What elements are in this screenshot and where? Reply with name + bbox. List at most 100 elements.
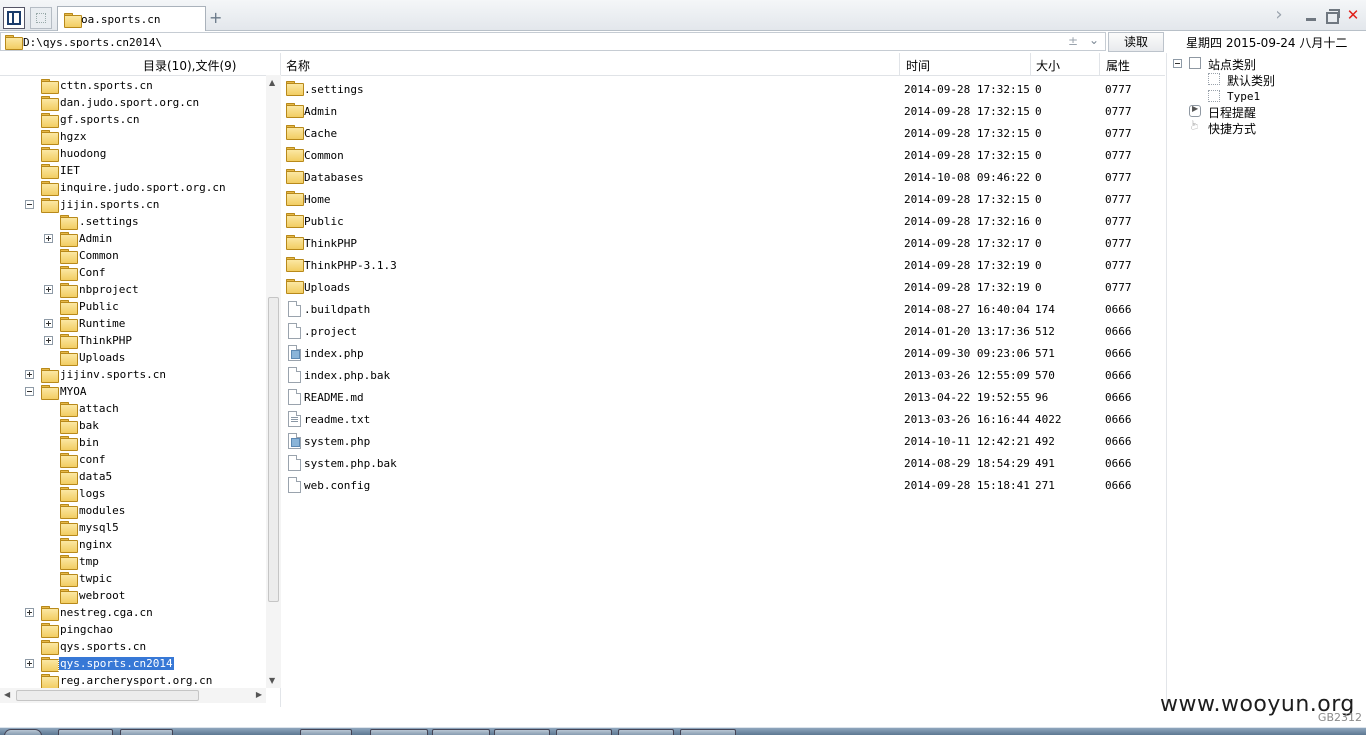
tree-item[interactable]: IET — [0, 162, 266, 179]
file-row[interactable]: ThinkPHP-3.1.3 2014-09-28 17:32:19 0 0777 — [281, 254, 1165, 276]
file-row[interactable]: Home 2014-09-28 17:32:15 0 0777 — [281, 188, 1165, 210]
tree-item[interactable]: nbproject — [0, 281, 266, 298]
tree-item[interactable]: jijinv.sports.cn — [0, 366, 266, 383]
file-row[interactable]: Admin 2014-09-28 17:32:15 0 0777 — [281, 100, 1165, 122]
taskbar-item[interactable] — [618, 729, 674, 735]
tree-item[interactable]: pingchao — [0, 621, 266, 638]
tree-item[interactable]: data5 — [0, 468, 266, 485]
expand-icon[interactable] — [25, 659, 34, 668]
taskbar-item[interactable] — [680, 729, 736, 735]
tree-item[interactable]: gf.sports.cn — [0, 111, 266, 128]
tree-item[interactable]: inquire.judo.sport.org.cn — [0, 179, 266, 196]
column-header-name[interactable]: 名称 — [286, 57, 310, 74]
tree-item[interactable]: huodong — [0, 145, 266, 162]
tree-item[interactable]: Common — [0, 247, 266, 264]
tree-item[interactable]: nginx — [0, 536, 266, 553]
tree-item[interactable]: modules — [0, 502, 266, 519]
tree-item[interactable]: hgzx — [0, 128, 266, 145]
close-button[interactable]: ✕ — [1346, 8, 1360, 23]
bookmark-icon[interactable]: ± — [1068, 34, 1078, 48]
collapse-icon[interactable] — [25, 387, 34, 396]
scroll-down-icon[interactable]: ▼ — [269, 676, 275, 685]
taskbar-item[interactable] — [370, 729, 428, 735]
read-button[interactable]: 读取 — [1108, 32, 1164, 52]
start-button[interactable] — [4, 729, 42, 735]
tree-item[interactable]: .settings — [0, 213, 266, 230]
file-row[interactable]: .buildpath 2014-08-27 16:40:04 174 0666 — [281, 298, 1165, 320]
file-row[interactable]: Common 2014-09-28 17:32:15 0 0777 — [281, 144, 1165, 166]
taskbar-item[interactable] — [58, 729, 113, 735]
tree-item[interactable]: MYOA — [0, 383, 266, 400]
tree-item[interactable]: mysql5 — [0, 519, 266, 536]
file-row[interactable]: Public 2014-09-28 17:32:16 0 0777 — [281, 210, 1165, 232]
file-row[interactable]: system.php.bak 2014-08-29 18:54:29 491 0666 — [281, 452, 1165, 474]
column-header-time[interactable]: 时间 — [906, 57, 930, 74]
scroll-left-icon[interactable]: ◀ — [4, 690, 10, 699]
scrollbar-thumb[interactable] — [16, 690, 199, 701]
file-row[interactable]: readme.txt 2013-03-26 16:16:44 4022 0666 — [281, 408, 1165, 430]
schedule-node[interactable]: 日程提醒 — [1173, 104, 1363, 120]
tree-horizontal-scrollbar[interactable]: ◀ ▶ — [0, 688, 266, 703]
tree-item[interactable]: bin — [0, 434, 266, 451]
forward-icon[interactable]: › — [1272, 6, 1286, 24]
tree-item[interactable]: Uploads — [0, 349, 266, 366]
tree-item[interactable]: conf — [0, 451, 266, 468]
tree-item[interactable]: ThinkPHP — [0, 332, 266, 349]
tree-item[interactable]: jijin.sports.cn — [0, 196, 266, 213]
shortcuts-node[interactable]: 快捷方式 — [1173, 120, 1363, 136]
site-categories-node[interactable]: 站点类别 — [1173, 56, 1363, 72]
tree-item[interactable]: nestreg.cga.cn — [0, 604, 266, 621]
scrollbar-thumb[interactable] — [268, 297, 279, 602]
file-row[interactable]: web.config 2014-09-28 15:18:41 271 0666 — [281, 474, 1165, 496]
expand-icon[interactable] — [25, 370, 34, 379]
tree-item[interactable]: qys.sports.cn2014 — [0, 655, 266, 672]
taskbar-item[interactable] — [494, 729, 550, 735]
expand-icon[interactable] — [44, 336, 53, 345]
tree-item[interactable]: bak — [0, 417, 266, 434]
tree-item[interactable]: reg.archerysport.org.cn — [0, 672, 266, 688]
taskbar-item[interactable] — [120, 729, 173, 735]
file-row[interactable]: index.php.bak 2013-03-26 12:55:09 570 0666 — [281, 364, 1165, 386]
tree-vertical-scrollbar[interactable]: ▲ ▼ — [266, 75, 281, 688]
file-row[interactable]: system.php 2014-10-11 12:42:21 492 0666 — [281, 430, 1165, 452]
column-header-attributes[interactable]: 属性 — [1106, 57, 1130, 74]
path-input[interactable]: D:\qys.sports.cn2014\ ± ⌄ — [0, 32, 1106, 51]
collapse-icon[interactable] — [25, 200, 34, 209]
tree-item[interactable]: cttn.sports.cn — [0, 77, 266, 94]
chevron-down-icon[interactable]: ⌄ — [1089, 33, 1099, 47]
type1-node[interactable]: Type1 — [1173, 89, 1363, 105]
file-row[interactable]: README.md 2013-04-22 19:52:55 96 0666 — [281, 386, 1165, 408]
taskbar-item[interactable] — [556, 729, 612, 735]
file-row[interactable]: Uploads 2014-09-28 17:32:19 0 0777 — [281, 276, 1165, 298]
tree-item[interactable]: Runtime — [0, 315, 266, 332]
tree-item[interactable]: logs — [0, 485, 266, 502]
panel-toggle-button[interactable] — [3, 7, 25, 29]
new-tab-button[interactable]: + — [209, 8, 222, 27]
default-category-node[interactable]: 默认类别 — [1173, 72, 1363, 88]
column-header-size[interactable]: 大小 — [1036, 57, 1060, 74]
tree-item[interactable]: webroot — [0, 587, 266, 604]
tree-item[interactable]: tmp — [0, 553, 266, 570]
file-row[interactable]: index.php 2014-09-30 09:23:06 571 0666 — [281, 342, 1165, 364]
file-row[interactable]: .project 2014-01-20 13:17:36 512 0666 — [281, 320, 1165, 342]
expand-icon[interactable] — [44, 319, 53, 328]
minimize-button[interactable] — [1304, 8, 1318, 22]
taskbar-item[interactable] — [432, 729, 490, 735]
expand-icon[interactable] — [44, 285, 53, 294]
directory-tree[interactable]: cttn.sports.cn dan.judo.sport.org.cn gf.sp… — [0, 75, 266, 688]
expand-icon[interactable] — [44, 234, 53, 243]
restore-button[interactable] — [1325, 8, 1340, 24]
scroll-up-icon[interactable]: ▲ — [269, 78, 275, 87]
file-row[interactable]: ThinkPHP 2014-09-28 17:32:17 0 0777 — [281, 232, 1165, 254]
expand-icon[interactable] — [25, 608, 34, 617]
file-row[interactable]: .settings 2014-09-28 17:32:15 0 0777 — [281, 78, 1165, 100]
file-row[interactable]: Cache 2014-09-28 17:32:15 0 0777 — [281, 122, 1165, 144]
tree-item[interactable]: dan.judo.sport.org.cn — [0, 94, 266, 111]
tree-item[interactable]: Conf — [0, 264, 266, 281]
taskbar-item[interactable] — [300, 729, 352, 735]
blank-tab-button[interactable] — [30, 7, 52, 29]
tab-active[interactable]: oa.sports.cn — [57, 6, 206, 31]
tree-item[interactable]: Admin — [0, 230, 266, 247]
scroll-right-icon[interactable]: ▶ — [256, 690, 262, 699]
collapse-icon[interactable] — [1173, 59, 1182, 68]
